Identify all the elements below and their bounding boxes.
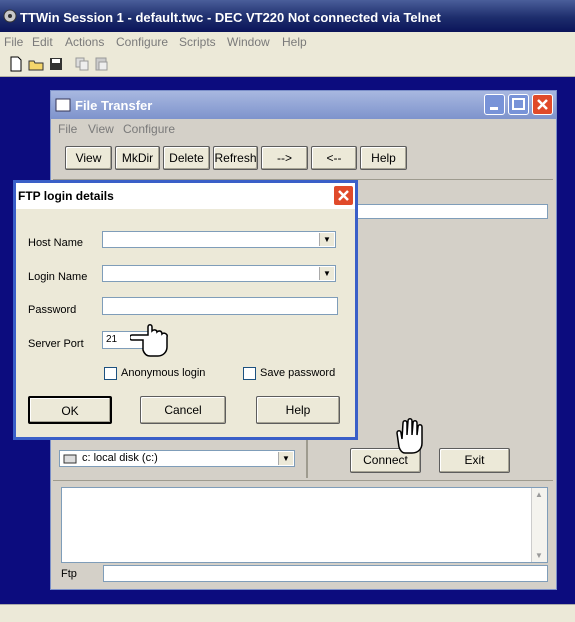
mkdir-button[interactable]: MkDir (115, 146, 160, 170)
app-icon (3, 9, 17, 23)
host-name-label: Host Name (28, 237, 84, 249)
ok-button[interactable]: OK (28, 396, 112, 424)
password-field[interactable] (102, 297, 338, 315)
remote-path-field[interactable] (351, 204, 548, 219)
log-divider (53, 480, 553, 481)
cancel-button[interactable]: Cancel (140, 396, 226, 424)
login-name-label: Login Name (28, 271, 88, 283)
ftp-login-dialog: FTP login details Host Name ▼ Login Name… (13, 180, 358, 440)
refresh-button[interactable]: Refresh (213, 146, 258, 170)
save-icon[interactable] (48, 56, 64, 72)
save-password-label: Save password (260, 367, 336, 379)
dialog-close-button[interactable] (333, 185, 354, 206)
chevron-down-icon[interactable]: ▼ (319, 233, 334, 246)
ft-menu-view[interactable]: View (88, 122, 114, 136)
window-icon (55, 98, 71, 112)
anonymous-login-checkbox[interactable] (104, 367, 117, 380)
status-bar (0, 604, 575, 622)
main-title-bar[interactable]: TTWin Session 1 - default.twc - DEC VT22… (0, 0, 575, 32)
dialog-help-button[interactable]: Help (256, 396, 340, 424)
ft-menu-configure[interactable]: Configure (123, 122, 175, 136)
login-name-combo[interactable]: ▼ (102, 265, 336, 282)
log-scrollbar[interactable]: ▲ ▼ (531, 488, 547, 562)
menu-help[interactable]: Help (282, 35, 307, 49)
menu-file[interactable]: File (4, 35, 23, 49)
hand-pointer-icon (396, 418, 423, 454)
menu-actions[interactable]: Actions (65, 35, 104, 49)
new-file-icon[interactable] (8, 56, 24, 72)
menu-scripts[interactable]: Scripts (179, 35, 216, 49)
main-toolbar (0, 53, 575, 77)
transfer-log[interactable]: ▲ ▼ (61, 487, 548, 563)
file-transfer-title: File Transfer (75, 98, 153, 113)
hand-pointer-icon (130, 324, 168, 357)
main-window-title: TTWin Session 1 - default.twc - DEC VT22… (20, 10, 441, 25)
drive-select[interactable]: c: local disk (c:) ▼ (59, 450, 295, 467)
server-port-value: 21 (106, 334, 118, 345)
open-folder-icon[interactable] (28, 56, 44, 72)
main-menu-bar: File Edit Actions Configure Scripts Wind… (0, 32, 575, 53)
password-label: Password (28, 304, 77, 316)
drive-select-value: c: local disk (c:) (82, 452, 158, 464)
close-button[interactable] (532, 94, 553, 115)
ftp-command-label: Ftp (61, 568, 77, 580)
upload-button[interactable]: --> (261, 146, 308, 170)
copy-icon[interactable] (74, 56, 90, 72)
ft-menu-file[interactable]: File (58, 122, 77, 136)
exit-button[interactable]: Exit (439, 448, 510, 473)
paste-icon[interactable] (93, 56, 109, 72)
ftp-command-input[interactable] (103, 565, 548, 582)
maximize-button[interactable] (508, 94, 529, 115)
ft-help-button[interactable]: Help (360, 146, 407, 170)
server-port-label: Server Port (28, 338, 84, 350)
close-icon (537, 99, 548, 110)
chevron-down-icon[interactable]: ▼ (278, 452, 293, 465)
host-name-combo[interactable]: ▼ (102, 231, 336, 248)
download-button[interactable]: <-- (311, 146, 357, 170)
delete-button[interactable]: Delete (163, 146, 210, 170)
drive-icon (63, 454, 77, 464)
scroll-up-icon[interactable]: ▲ (535, 490, 543, 499)
chevron-down-icon[interactable]: ▼ (319, 267, 334, 280)
menu-window[interactable]: Window (227, 35, 270, 49)
close-icon (338, 190, 349, 201)
view-button[interactable]: View (65, 146, 112, 170)
maximize-icon (512, 98, 525, 110)
dialog-title-bar[interactable]: FTP login details (16, 183, 355, 209)
anonymous-login-label: Anonymous login (121, 367, 206, 379)
dialog-title: FTP login details (18, 189, 114, 203)
minimize-icon (490, 107, 498, 110)
save-password-checkbox[interactable] (243, 367, 256, 380)
file-transfer-title-bar[interactable]: File Transfer (51, 91, 556, 119)
file-transfer-menu-bar: File View Configure (51, 119, 556, 139)
minimize-button[interactable] (484, 94, 505, 115)
scroll-down-icon[interactable]: ▼ (535, 551, 543, 560)
menu-edit[interactable]: Edit (32, 35, 53, 49)
menu-configure[interactable]: Configure (116, 35, 168, 49)
